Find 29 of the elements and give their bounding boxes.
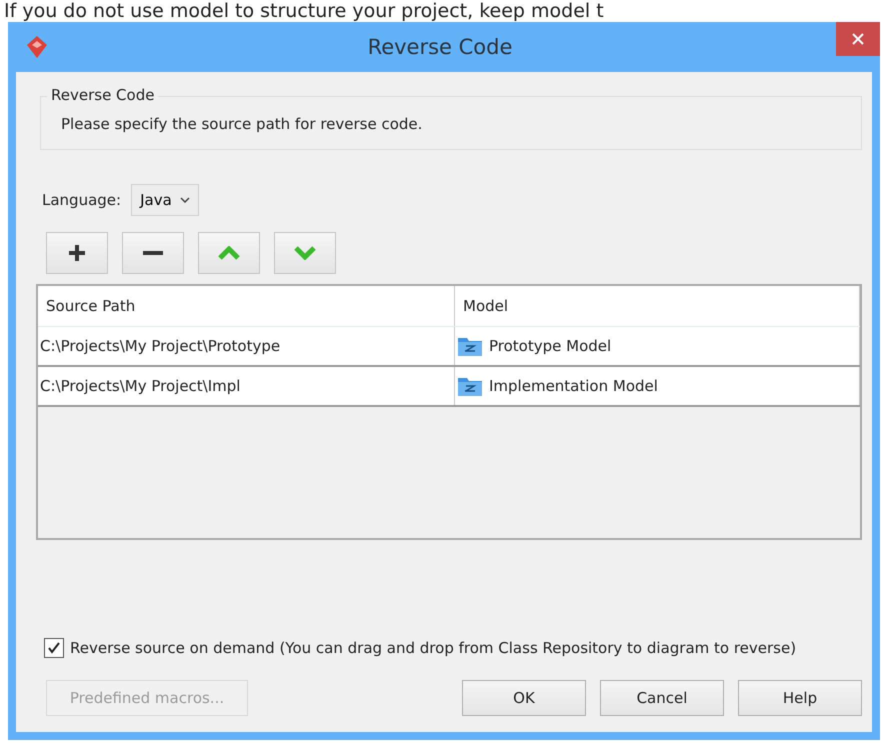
option-label: Reverse source on demand (You can drag and drop from Class Repository to diagram to reverse) [70, 639, 796, 657]
checkmark-icon [48, 642, 60, 654]
folder-icon [457, 335, 483, 357]
caption-text: If you do not use model to structure your project, keep model t [3, 0, 605, 22]
caret-icon [180, 197, 190, 203]
folder-icon [457, 375, 483, 397]
table-cell: C:\Projects\My Project\Prototype [38, 327, 455, 365]
remove-button[interactable] [122, 232, 184, 274]
column-header[interactable]: Source Path [38, 286, 455, 326]
language-dropdown[interactable]: Java [131, 184, 199, 216]
model-name: Prototype Model [489, 337, 612, 355]
chevron-up-icon [218, 246, 240, 260]
close-icon [852, 33, 864, 45]
column-header[interactable]: Model [455, 286, 860, 326]
dialog-button[interactable]: Help [738, 680, 862, 716]
checkbox[interactable] [44, 638, 64, 658]
language-label: Language: [42, 191, 122, 209]
chevron-down-icon [294, 246, 316, 260]
minus-icon [143, 250, 163, 256]
window-title: Reverse Code [366, 35, 514, 59]
instruction-text: Please specify the source path for reverse code. [61, 115, 422, 133]
close-button[interactable] [836, 22, 880, 56]
table-cell: C:\Projects\My Project\Impl [38, 367, 455, 405]
dialog-button[interactable]: Cancel [600, 680, 724, 716]
model-name: Implementation Model [489, 377, 658, 395]
plus-icon [68, 244, 86, 262]
app-logo-icon [26, 35, 48, 59]
add-button[interactable] [46, 232, 108, 274]
dialog-button[interactable]: OK [462, 680, 586, 716]
